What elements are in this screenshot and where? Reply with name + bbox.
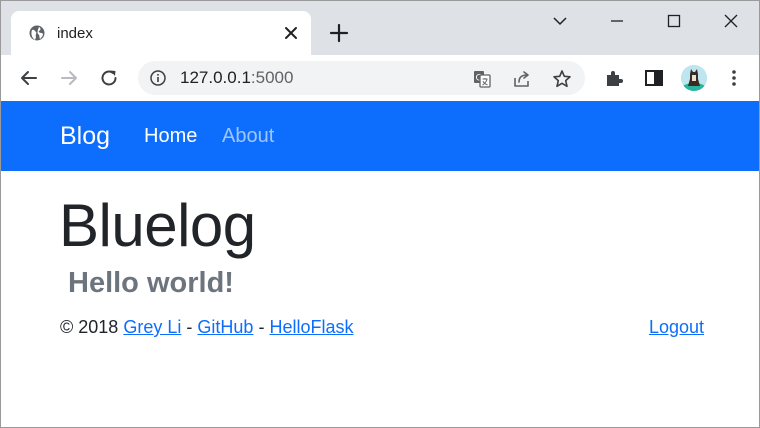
- footer-credits: © 2018 Grey Li - GitHub - HelloFlask: [60, 316, 353, 338]
- url-port: :5000: [250, 68, 294, 87]
- tab-index[interactable]: index: [11, 11, 311, 55]
- navbar: Blog Home About: [1, 101, 759, 171]
- puzzle-icon[interactable]: [603, 67, 625, 89]
- profile-avatar-icon: [681, 65, 707, 91]
- nav-item-home[interactable]: Home: [144, 124, 197, 148]
- copyright-text: © 2018: [60, 317, 119, 337]
- nav-item-about[interactable]: About: [222, 124, 274, 148]
- arrow-left-icon[interactable]: [18, 67, 40, 89]
- info-icon[interactable]: [150, 70, 166, 86]
- window-close-icon[interactable]: [721, 11, 741, 31]
- separator: -: [258, 317, 265, 337]
- minimize-icon[interactable]: [607, 11, 627, 31]
- page-title: Bluelog: [59, 192, 256, 259]
- translate-icon[interactable]: G: [472, 69, 492, 89]
- globe-icon: [29, 25, 45, 41]
- maximize-icon[interactable]: [664, 11, 684, 31]
- reload-icon[interactable]: [98, 67, 120, 89]
- browser-window: index 127.0.0.1:5000 G Blog Home About B…: [0, 0, 760, 428]
- footer: © 2018 Grey Li - GitHub - HelloFlask Log…: [60, 316, 704, 340]
- helloflask-link[interactable]: HelloFlask: [269, 317, 353, 337]
- side-panel-icon[interactable]: [643, 67, 665, 89]
- url-text: 127.0.0.1:5000: [180, 68, 293, 88]
- chevron-down-icon[interactable]: [550, 11, 570, 31]
- author-link[interactable]: Grey Li: [123, 317, 181, 337]
- address-bar[interactable]: 127.0.0.1:5000 G: [138, 61, 585, 95]
- plus-icon[interactable]: [329, 23, 349, 43]
- close-icon[interactable]: [283, 25, 299, 41]
- star-icon[interactable]: [552, 69, 572, 89]
- page-subtitle: Hello world!: [68, 267, 234, 299]
- share-icon[interactable]: [512, 69, 532, 89]
- kebab-menu-icon[interactable]: [723, 67, 745, 89]
- footer-actions: Logout: [649, 316, 704, 338]
- tab-title: index: [57, 25, 93, 42]
- url-host: 127.0.0.1: [180, 68, 251, 87]
- browser-toolbar: 127.0.0.1:5000 G: [1, 55, 759, 101]
- separator: -: [186, 317, 193, 337]
- logout-link[interactable]: Logout: [649, 317, 704, 337]
- github-link[interactable]: GitHub: [197, 317, 253, 337]
- page-viewport: Blog Home About Bluelog Hello world! © 2…: [1, 101, 759, 427]
- arrow-right-icon[interactable]: [58, 67, 80, 89]
- navbar-brand[interactable]: Blog: [60, 122, 110, 150]
- tab-strip: index: [1, 1, 759, 55]
- avatar[interactable]: [681, 65, 707, 91]
